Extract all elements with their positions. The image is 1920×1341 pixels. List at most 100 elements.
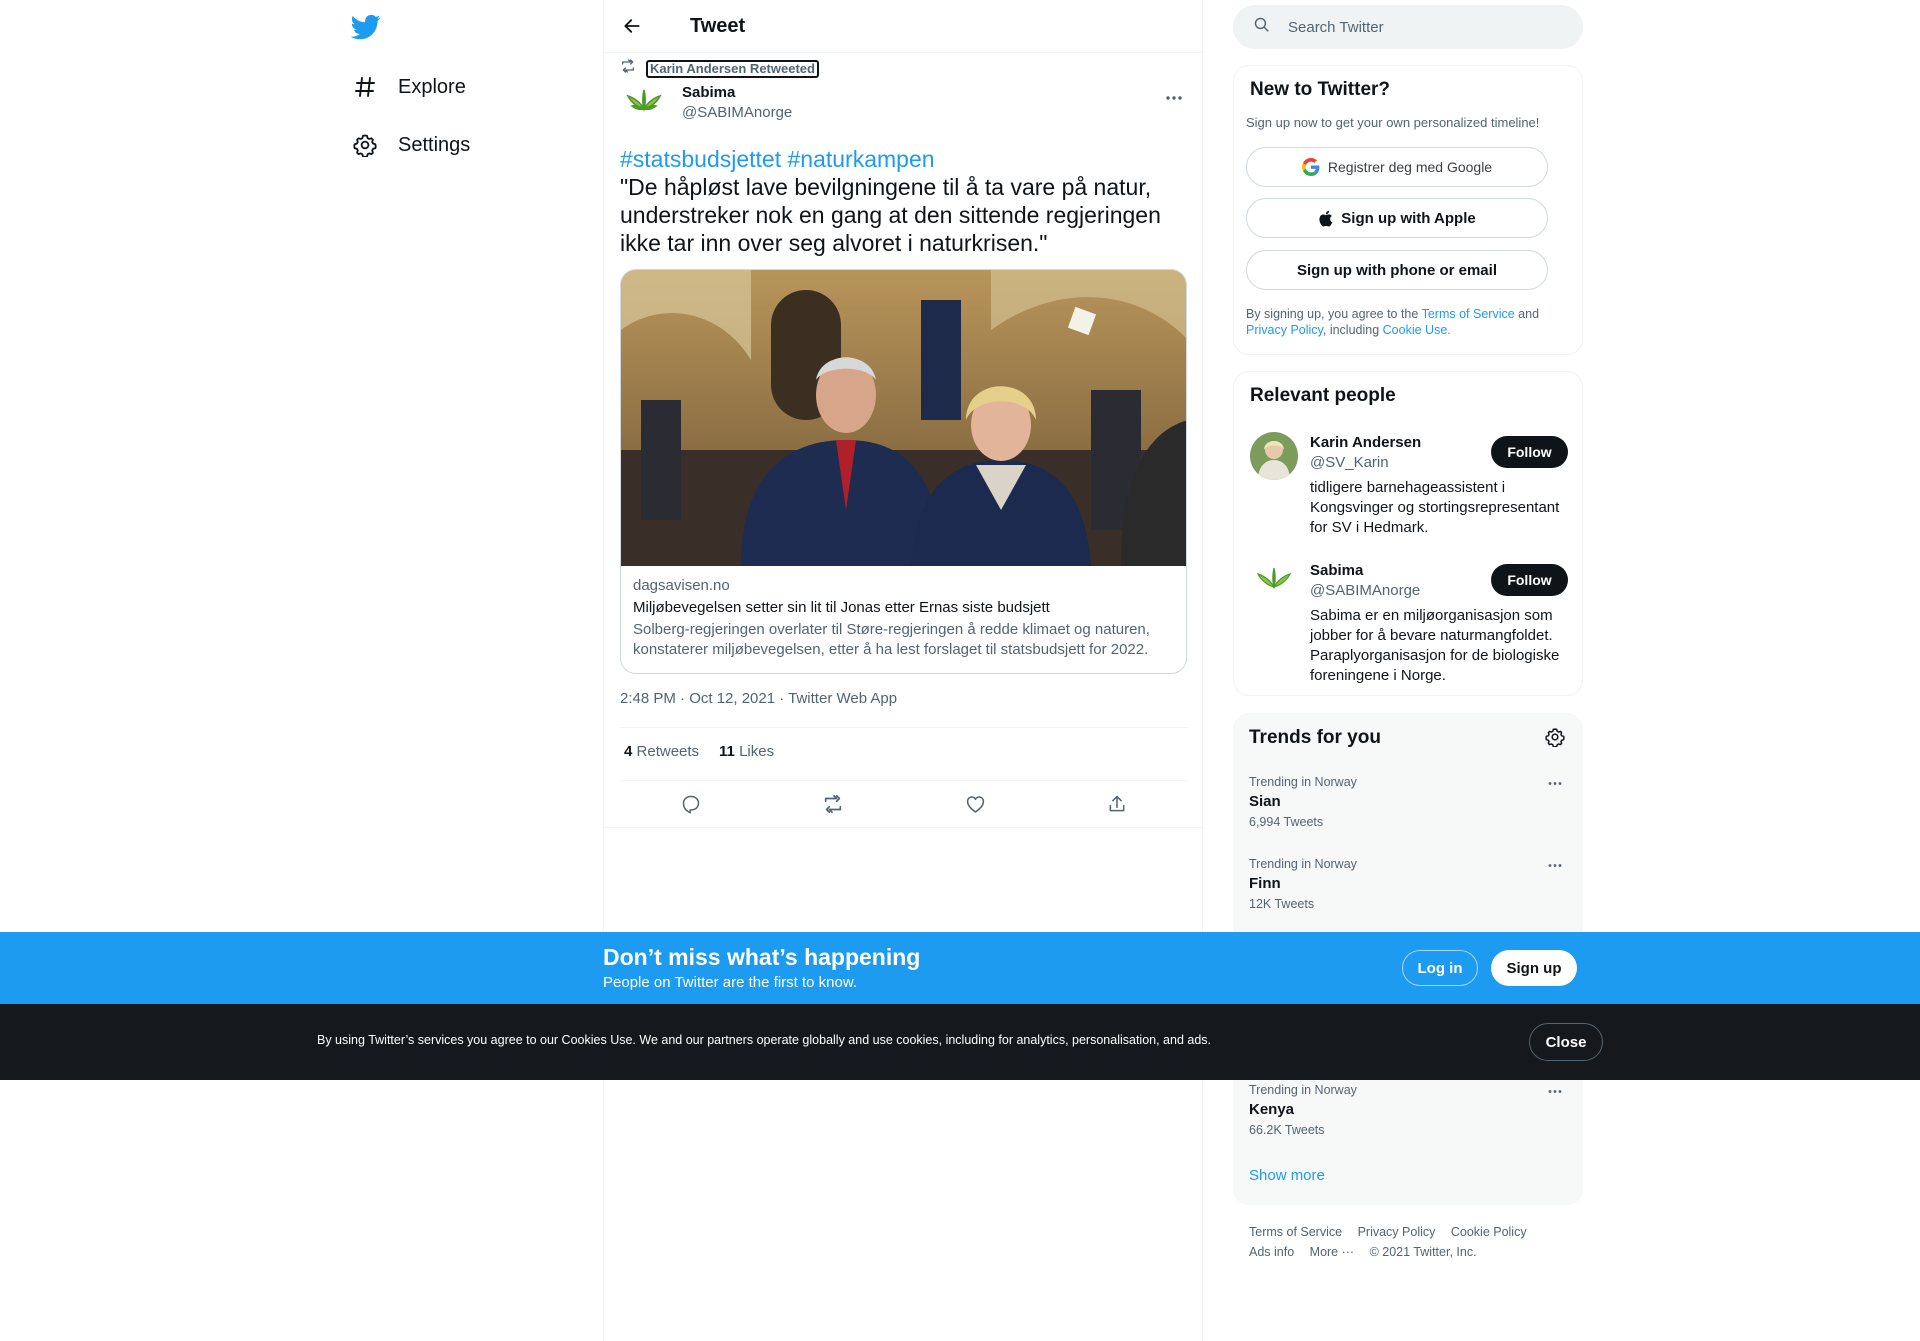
google-signup-button[interactable]: Registrer deg med Google [1246, 147, 1548, 187]
divider [604, 827, 1204, 828]
avatar[interactable] [620, 82, 668, 130]
gear-icon[interactable] [1545, 727, 1567, 749]
divider [620, 727, 1188, 728]
tweet-timestamp[interactable]: 2:48 PM · Oct 12, 2021 · Twitter Web App [620, 690, 897, 707]
retweets-label: Retweets [636, 743, 700, 760]
trend-item[interactable]: Trending in Norway Kenya 66.2K Tweets [1249, 1082, 1567, 1138]
trend-context: Trending in Norway [1249, 775, 1357, 789]
apple-signup-button[interactable]: Sign up with Apple [1246, 198, 1548, 238]
follow-button[interactable]: Follow [1491, 436, 1568, 468]
relevant-people-title: Relevant people [1250, 385, 1396, 406]
trend-context: Trending in Norway [1249, 857, 1357, 871]
apple-signup-label: Sign up with Apple [1341, 209, 1476, 227]
trends-title: Trends for you [1249, 727, 1381, 748]
login-button[interactable]: Log in [1402, 950, 1478, 986]
footer-terms-label: Terms of Service [1249, 1225, 1343, 1239]
main-header: Tweet [604, 0, 1202, 53]
page-title: Tweet [690, 14, 746, 37]
retweets-count: 4 [624, 743, 633, 760]
google-icon [1301, 158, 1320, 176]
gear-icon [352, 132, 378, 158]
tweet-text: #statsbudsjettet #naturkampen "De håpløs… [620, 145, 1188, 257]
trend-count: 66.2K Tweets [1249, 1123, 1325, 1137]
footer-terms-link[interactable]: Terms of Service [1249, 1225, 1354, 1239]
likes-stat[interactable]: 11 Likes [719, 743, 774, 760]
signup-button[interactable]: Sign up [1491, 950, 1577, 986]
person-item[interactable]: Sabima @SABIMAnorge Follow Sabima er en … [1250, 560, 1568, 690]
twitter-bird-icon[interactable] [350, 12, 381, 42]
retweets-stat[interactable]: 4 Retweets [624, 743, 699, 760]
hashtag-icon [352, 74, 378, 100]
copyright: © 2021 Twitter, Inc. [1369, 1245, 1477, 1259]
trend-item[interactable]: Trending in Norway Finn 12K Tweets [1249, 856, 1567, 912]
legal-prefix: By signing up, you agree to the [1246, 307, 1419, 321]
author-name[interactable]: Sabima [682, 84, 735, 101]
tweet-author: Sabima @SABIMAnorge [620, 82, 1188, 130]
banner-title: Don’t miss what’s happening [603, 944, 921, 970]
avatar[interactable] [1250, 560, 1298, 608]
card-image [621, 270, 1186, 566]
trend-item[interactable]: Trending in Norway Sian 6,994 Tweets [1249, 774, 1567, 830]
show-more-link[interactable]: Show more [1249, 1167, 1325, 1184]
search-icon [1253, 16, 1270, 38]
nav-item-explore[interactable]: Explore [352, 67, 466, 107]
banner-subtitle: People on Twitter are the first to know. [603, 974, 858, 991]
main-column: Tweet Karin Andersen Retweeted Sabima @S… [603, 0, 1204, 1341]
retweet-context: Karin Andersen Retweeted [620, 58, 819, 79]
cookie-text: By using Twitter’s services you agree to… [317, 1033, 1212, 1047]
person-name[interactable]: Sabima [1310, 562, 1363, 579]
relevant-people-panel: Relevant people Karin Andersen @SV_Karin… [1233, 371, 1583, 696]
reply-icon[interactable] [673, 786, 709, 822]
signup-panel: New to Twitter? Sign up now to get your … [1233, 65, 1583, 355]
avatar[interactable] [1250, 432, 1298, 480]
signup-subtitle: Sign up now to get your own personalized… [1246, 115, 1540, 130]
link-card[interactable]: dagsavisen.no Miljøbevegelsen setter sin… [620, 269, 1187, 674]
footer-more-label: More ··· [1309, 1245, 1355, 1259]
more-icon[interactable] [1543, 1082, 1567, 1100]
card-body: dagsavisen.no Miljøbevegelsen setter sin… [621, 566, 1186, 670]
tweet-hashtags[interactable]: #statsbudsjettet #naturkampen [620, 145, 1188, 173]
share-icon[interactable] [1099, 786, 1135, 822]
signup-banner: Don’t miss what’s happening People on Tw… [0, 932, 1920, 1004]
footer-cookie-label: Cookie Policy [1450, 1225, 1527, 1239]
nav-label-explore: Explore [398, 75, 466, 98]
author-handle[interactable]: @SABIMAnorge [682, 104, 792, 121]
trend-name: Finn [1249, 875, 1281, 892]
cookie-use-link[interactable]: Cookie Use. [1383, 323, 1451, 337]
retweet-icon [620, 58, 636, 79]
footer-privacy-label: Privacy Policy [1357, 1225, 1436, 1239]
card-title: Miljøbevegelsen setter sin lit til Jonas… [633, 599, 1050, 616]
footer-more-link[interactable]: More ··· [1310, 1245, 1366, 1259]
footer-cookie-link[interactable]: Cookie Policy [1451, 1225, 1539, 1239]
trend-count: 12K Tweets [1249, 897, 1315, 911]
person-handle[interactable]: @SABIMAnorge [1310, 582, 1420, 599]
follow-button[interactable]: Follow [1491, 564, 1568, 596]
likes-count: 11 [719, 743, 735, 760]
card-description: Solberg-regjeringen overlater til Støre-… [633, 621, 1150, 658]
phone-signup-button[interactable]: Sign up with phone or email [1246, 250, 1548, 290]
search-bar[interactable]: Search Twitter [1233, 5, 1583, 49]
retweet-icon[interactable] [815, 786, 851, 822]
footer-ads-label: Ads info [1249, 1245, 1295, 1259]
privacy-link[interactable]: Privacy Policy [1246, 323, 1323, 337]
person-item[interactable]: Karin Andersen @SV_Karin Follow tidliger… [1250, 432, 1568, 542]
footer-ads-link[interactable]: Ads info [1249, 1245, 1306, 1259]
like-icon[interactable] [957, 786, 993, 822]
signup-title: New to Twitter? [1250, 79, 1391, 100]
more-icon[interactable] [1543, 774, 1567, 792]
more-icon[interactable] [1543, 856, 1567, 874]
retweeted-by-link[interactable]: Karin Andersen Retweeted [646, 59, 819, 78]
nav-item-settings[interactable]: Settings [352, 125, 470, 165]
person-bio: tidligere barnehageassistent i Kongsving… [1310, 479, 1560, 536]
back-arrow-icon[interactable] [620, 14, 644, 38]
person-bio: Sabima er en miljøorganisasjon som jobbe… [1310, 607, 1560, 684]
trend-context: Trending in Norway [1249, 1083, 1357, 1097]
person-handle[interactable]: @SV_Karin [1310, 454, 1389, 471]
footer-privacy-link[interactable]: Privacy Policy [1358, 1225, 1448, 1239]
person-name[interactable]: Karin Andersen [1310, 434, 1421, 451]
close-button[interactable]: Close [1529, 1023, 1603, 1061]
search-input[interactable]: Search Twitter [1288, 19, 1384, 36]
trend-name: Kenya [1249, 1101, 1295, 1118]
terms-link[interactable]: Terms of Service [1422, 307, 1515, 321]
more-icon[interactable] [1160, 88, 1188, 108]
